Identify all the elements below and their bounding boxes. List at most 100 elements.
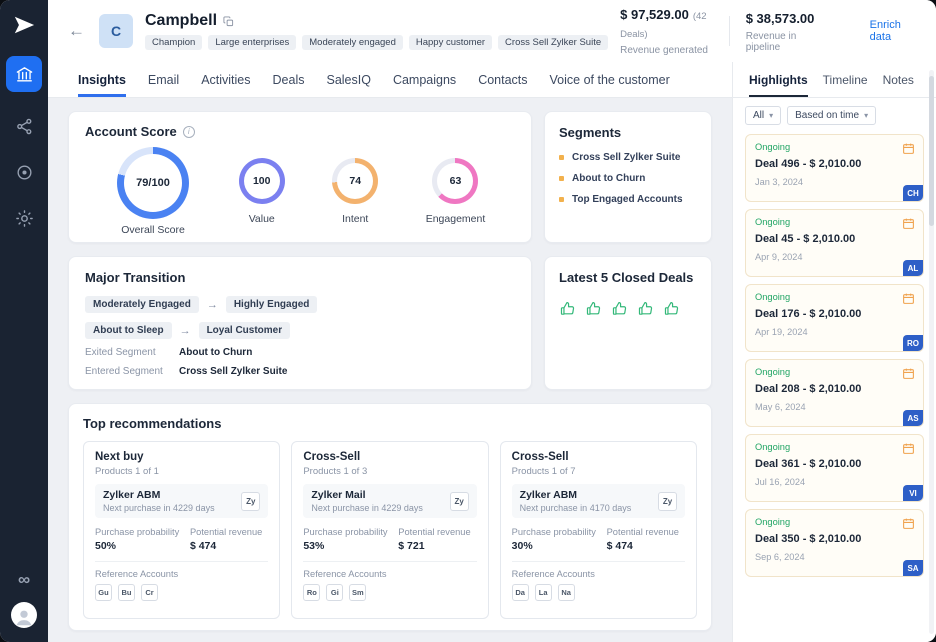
deal-card[interactable]: Ongoing Deal 176 - $ 2,010.00 Apr 19, 20… (745, 284, 924, 352)
filter-all-dropdown[interactable]: All▾ (745, 106, 781, 125)
transition-from-badge: About to Sleep (85, 322, 172, 339)
reference-account-avatar[interactable]: Gi (326, 584, 343, 601)
closed-deals-card: Latest 5 Closed Deals (544, 256, 712, 390)
integrations-icon[interactable]: ∞ (18, 571, 30, 588)
enrich-data-link[interactable]: Enrich data (870, 19, 914, 43)
highlights-deal-list[interactable]: Ongoing Deal 496 - $ 2,010.00 Jan 3, 202… (733, 131, 936, 642)
reference-account-avatar[interactable]: Bu (118, 584, 135, 601)
divider (303, 561, 476, 562)
deal-owner-avatar: CH (903, 185, 923, 201)
potential-revenue: Potential revenue $ 474 (607, 527, 679, 552)
product-avatar: Zy (241, 492, 260, 511)
sidebar-item-accounts[interactable] (6, 56, 42, 92)
reference-account-avatar[interactable]: Gu (95, 584, 112, 601)
calendar-icon (902, 367, 915, 380)
highlights-filters: All▾ Based on time▾ (733, 98, 936, 131)
scrollbar-thumb[interactable] (929, 76, 934, 226)
account-tag: Moderately engaged (302, 35, 403, 50)
score-metric-engagement: 63 Engagement (426, 158, 486, 225)
app-sidebar: ∞ (0, 0, 48, 642)
deal-card[interactable]: Ongoing Deal 496 - $ 2,010.00 Jan 3, 202… (745, 134, 924, 202)
deal-owner-avatar: RO (903, 335, 923, 351)
tab-campaigns[interactable]: Campaigns (393, 62, 456, 97)
deal-card[interactable]: Ongoing Deal 208 - $ 2,010.00 May 6, 202… (745, 359, 924, 427)
segment-item[interactable]: About to Churn (559, 173, 697, 184)
revenue-pipeline-amount: $ 38,573.00 (746, 11, 815, 26)
purchase-probability: Purchase probability 50% (95, 527, 179, 552)
info-icon[interactable]: i (183, 126, 195, 138)
account-tag: Champion (145, 35, 202, 50)
target-icon (15, 163, 34, 182)
account-tag: Large enterprises (208, 35, 296, 50)
account-tag: Cross Sell Zylker Suite (498, 35, 608, 50)
chevron-down-icon: ▾ (769, 111, 773, 120)
metric-divider (729, 16, 730, 46)
product-row[interactable]: Zylker ABM Next purchase in 4170 days Zy (512, 484, 685, 518)
reference-account-avatar[interactable]: Sm (349, 584, 366, 601)
account-avatar: C (99, 14, 133, 48)
deal-card[interactable]: Ongoing Deal 45 - $ 2,010.00 Apr 9, 2024… (745, 209, 924, 277)
exited-segment-row: Exited Segment About to Churn (85, 347, 515, 358)
value-score-donut: 100 (239, 158, 285, 204)
app-logo-icon[interactable] (11, 12, 37, 38)
calendar-icon (902, 292, 915, 305)
user-avatar[interactable] (11, 602, 37, 628)
product-row[interactable]: Zylker Mail Next purchase in 4229 days Z… (303, 484, 476, 518)
deal-card[interactable]: Ongoing Deal 361 - $ 2,010.00 Jul 16, 20… (745, 434, 924, 502)
tab-highlights[interactable]: Highlights (749, 62, 808, 97)
score-metric-intent: 74 Intent (332, 158, 378, 225)
tab-voice-of-customer[interactable]: Voice of the customer (550, 62, 670, 97)
segment-item[interactable]: Top Engaged Accounts (559, 194, 697, 205)
recommendation-next-buy[interactable]: Next buy Products 1 of 1 Zylker ABM Next… (83, 441, 280, 619)
bank-icon (15, 65, 34, 84)
highlights-tabs: Highlights Timeline Notes (733, 62, 936, 98)
major-transition-card: Major Transition Moderately Engaged → Hi… (68, 256, 532, 390)
deal-owner-avatar: VI (903, 485, 923, 501)
product-avatar: Zy (450, 492, 469, 511)
chevron-down-icon: ▾ (864, 111, 868, 120)
insights-panel[interactable]: Account Score i 79/100 Overall Score (48, 98, 732, 642)
bullet-icon (559, 176, 564, 181)
account-tags: Champion Large enterprises Moderately en… (145, 35, 608, 50)
copy-icon[interactable] (223, 16, 234, 27)
tab-notes[interactable]: Notes (883, 62, 914, 97)
tab-salesiq[interactable]: SalesIQ (326, 62, 370, 97)
segment-item[interactable]: Cross Sell Zylker Suite (559, 152, 697, 163)
potential-revenue: Potential revenue $ 474 (190, 527, 262, 552)
tab-activities[interactable]: Activities (201, 62, 250, 97)
sidebar-item-network[interactable] (12, 114, 36, 138)
transition-row: About to Sleep → Loyal Customer (85, 322, 515, 339)
account-name: Campbell (145, 12, 217, 30)
reference-account-avatar[interactable]: Cr (141, 584, 158, 601)
sidebar-item-settings[interactable] (12, 206, 36, 230)
tab-contacts[interactable]: Contacts (478, 62, 527, 97)
reference-account-avatar[interactable]: Na (558, 584, 575, 601)
potential-revenue: Potential revenue $ 721 (398, 527, 470, 552)
revenue-generated-label: Revenue generated (620, 45, 713, 56)
reference-account-avatar[interactable]: La (535, 584, 552, 601)
tab-email[interactable]: Email (148, 62, 179, 97)
deal-card[interactable]: Ongoing Deal 350 - $ 2,010.00 Sep 6, 202… (745, 509, 924, 577)
sidebar-item-signals[interactable] (12, 160, 36, 184)
module-tabs: Insights Email Activities Deals SalesIQ … (48, 62, 732, 98)
entered-segment-row: Entered Segment Cross Sell Zylker Suite (85, 366, 515, 377)
deal-owner-avatar: AS (903, 410, 923, 426)
product-row[interactable]: Zylker ABM Next purchase in 4229 days Zy (95, 484, 268, 518)
revenue-pipeline: $ 38,573.00 Revenue in pipeline (746, 10, 816, 53)
tab-timeline[interactable]: Timeline (823, 62, 868, 97)
filter-based-on-time-dropdown[interactable]: Based on time▾ (787, 106, 876, 125)
reference-account-avatar[interactable]: Ro (303, 584, 320, 601)
tab-insights[interactable]: Insights (78, 62, 126, 97)
account-tag: Happy customer (409, 35, 492, 50)
recommendation-cross-sell-1[interactable]: Cross-Sell Products 1 of 3 Zylker Mail N… (291, 441, 488, 619)
products-pagination: Products 1 of 7 (512, 466, 685, 477)
divider (95, 561, 268, 562)
tab-deals[interactable]: Deals (273, 62, 305, 97)
recommendation-cross-sell-2[interactable]: Cross-Sell Products 1 of 7 Zylker ABM Ne… (500, 441, 697, 619)
reference-account-avatar[interactable]: Da (512, 584, 529, 601)
back-button[interactable]: ← (68, 21, 85, 41)
overall-score-value: 79/100 (117, 147, 189, 219)
transition-from-badge: Moderately Engaged (85, 296, 199, 313)
account-score-card: Account Score i 79/100 Overall Score (68, 111, 532, 243)
account-score-title: Account Score (85, 124, 177, 139)
